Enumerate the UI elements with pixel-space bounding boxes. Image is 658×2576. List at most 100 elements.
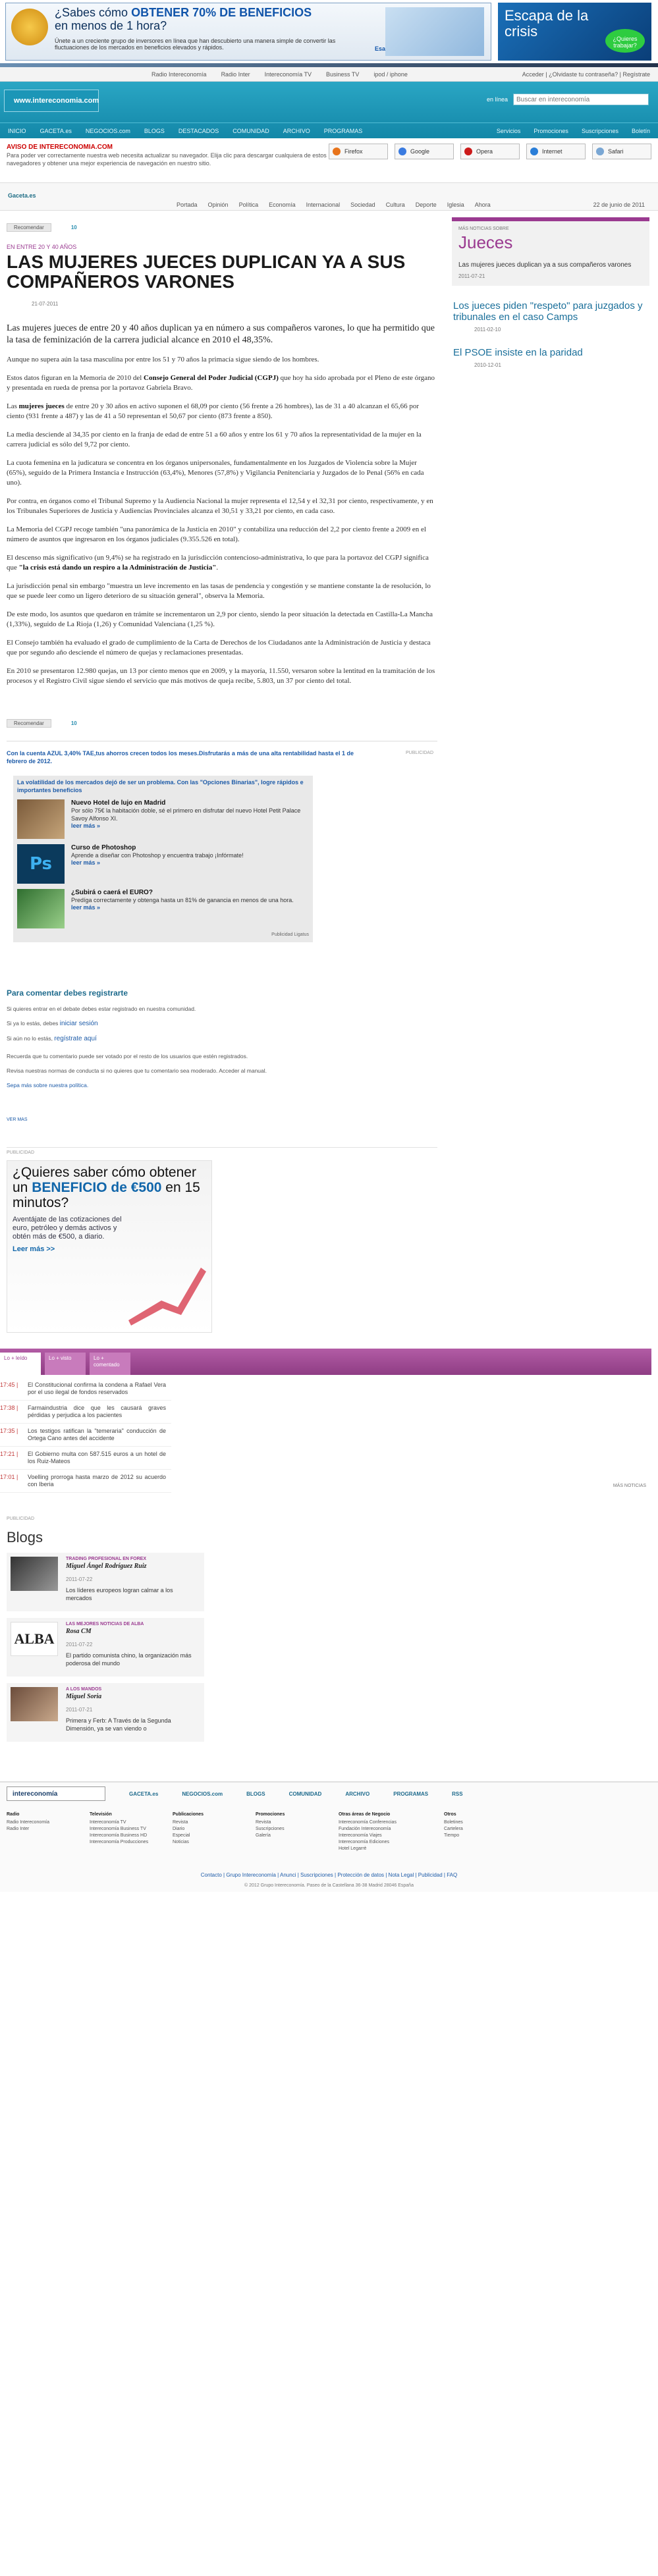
util-link-ipod[interactable]: ipod / iphone: [373, 71, 408, 78]
blog-category[interactable]: LAS MEJORES NOTICIAS DE ALBA: [66, 1622, 200, 1626]
comments-title: Para comentar debes registrarte: [7, 988, 128, 998]
ad-item[interactable]: ¿Subirá o caerá el EURO? Predíga correct…: [17, 889, 309, 928]
tab-most-commented[interactable]: Lo + comentado: [90, 1353, 130, 1375]
site-logo[interactable]: www.intereconomia.com: [4, 90, 99, 112]
list-item[interactable]: 17:21 | El Gobierno multa con 587.515 eur…: [0, 1447, 171, 1470]
browser-list: Firefox Google Opera Internet Safari: [329, 144, 651, 177]
more-news-link[interactable]: MÁS NOTICIAS: [613, 1484, 646, 1488]
ver-mas-link[interactable]: VER MAS: [7, 1117, 437, 1122]
browser-chrome[interactable]: Google: [395, 144, 454, 159]
blog-title[interactable]: Los líderes europeos logran calmar a los…: [66, 1586, 200, 1602]
nav-servicios[interactable]: Servicios: [497, 128, 521, 134]
recommend-button[interactable]: Recomendar: [7, 223, 51, 232]
list-item[interactable]: 17:01 | Voelling prorroga hasta marzo de …: [0, 1470, 171, 1493]
crisis-ad[interactable]: Escapa de la crisis ¿Quieres trabajar?: [498, 3, 651, 61]
register-link[interactable]: regístrate aquí: [54, 1035, 96, 1042]
ad-item-desc: Por sólo 75€ la habitación doble, sé el …: [71, 807, 301, 822]
related-item-date: 2011-02-10: [474, 327, 501, 333]
sec-politica[interactable]: Política: [239, 201, 259, 208]
crisis-ad-button[interactable]: ¿Quieres trabajar?: [605, 29, 645, 53]
top-ad-banner[interactable]: ¿Sabes cómo OBTENER 70% DE BENEFICIOS en …: [5, 3, 491, 61]
browser-opera[interactable]: Opera: [460, 144, 520, 159]
footer-link[interactable]: ARCHIVO: [345, 1791, 370, 1797]
sec-economia[interactable]: Economía: [269, 201, 296, 208]
util-link-radio[interactable]: Radio Intereconomía: [151, 71, 207, 78]
comments-line: Si aún no lo estás, regístrate aquí: [7, 1035, 97, 1042]
sec-ahora[interactable]: Ahora: [475, 201, 491, 208]
related-item[interactable]: El PSOE insiste en la paridad 2010-12-01: [452, 347, 649, 368]
blog-author: Rosa CM: [66, 1628, 92, 1635]
tab-most-read[interactable]: Lo + leído: [0, 1353, 41, 1375]
related-item-title[interactable]: El PSOE insiste en la paridad: [453, 347, 648, 358]
nav-archivo[interactable]: ARCHIVO: [283, 128, 310, 134]
list-item[interactable]: 17:45 | El Constitucional confirma la con…: [0, 1378, 171, 1401]
account-links[interactable]: Acceder | ¿Olvidaste tu contraseña? | Re…: [522, 71, 650, 78]
sec-sociedad[interactable]: Sociedad: [350, 201, 375, 208]
section-name[interactable]: Gaceta.es: [8, 192, 36, 199]
nav-promociones[interactable]: Promociones: [534, 128, 568, 134]
footer-link[interactable]: NEGOCIOS.com: [182, 1791, 223, 1797]
sec-deporte[interactable]: Deporte: [416, 201, 437, 208]
nav-blogs[interactable]: BLOGS: [144, 128, 165, 134]
nav-comunidad[interactable]: COMUNIDAD: [233, 128, 269, 134]
nav-suscripciones[interactable]: Suscripciones: [582, 128, 618, 134]
blog-item[interactable]: ALBA LAS MEJORES NOTICIAS DE ALBA Rosa C…: [7, 1618, 204, 1677]
sec-portada[interactable]: Portada: [177, 201, 198, 208]
login-link[interactable]: iniciar sesión: [60, 1020, 98, 1027]
blog-category[interactable]: TRADING PROFESIONAL EN FOREX: [66, 1557, 200, 1561]
sec-internacional[interactable]: Internacional: [306, 201, 341, 208]
blog-category[interactable]: A LOS MANDOS: [66, 1687, 200, 1692]
blog-title[interactable]: El partido comunista chino, la organizac…: [66, 1651, 200, 1667]
blog-item[interactable]: A LOS MANDOS Miguel Soria 2011-07-21 Pri…: [7, 1683, 204, 1742]
nav-boletin[interactable]: Boletín: [632, 128, 650, 134]
sec-iglesia[interactable]: Iglesia: [447, 201, 464, 208]
browser-safari[interactable]: Safari: [592, 144, 651, 159]
related-item-title[interactable]: Los jueces piden "respeto" para juzgados…: [453, 300, 648, 323]
utility-bar: Radio Intereconomía Radio Inter Intereco…: [0, 67, 658, 82]
blog-item[interactable]: TRADING PROFESIONAL EN FOREX Miguel Ánge…: [7, 1553, 204, 1611]
sec-cultura[interactable]: Cultura: [386, 201, 405, 208]
ad-item-more[interactable]: leer más »: [71, 822, 309, 829]
footer-link[interactable]: RSS: [452, 1791, 462, 1797]
copyright: © 2012 Grupo Intereconomía. Paseo de la …: [244, 1883, 414, 1888]
ad-item-more[interactable]: leer más »: [71, 859, 244, 866]
sec-opinion[interactable]: Opinión: [208, 201, 229, 208]
ad-item[interactable]: Ps Curso de Photoshop Aprende a diseñar …: [17, 844, 309, 884]
footer-link[interactable]: COMUNIDAD: [289, 1791, 322, 1797]
list-item[interactable]: 17:35 | Los testigos ratifican la "temera…: [0, 1424, 171, 1447]
related-text[interactable]: Las mujeres jueces duplican ya a sus com…: [458, 261, 643, 269]
footer-link[interactable]: BLOGS: [246, 1791, 265, 1797]
footer-link[interactable]: PROGRAMAS: [393, 1791, 428, 1797]
ad-top-link[interactable]: Con la cuenta AZUL 3,40% TAE,tus ahorros…: [7, 749, 375, 765]
related-item[interactable]: Los jueces piden "respeto" para juzgados…: [452, 300, 649, 333]
list-item[interactable]: 17:38 | Farmaindustria dice que les causa…: [0, 1401, 171, 1424]
recommend-button-bottom[interactable]: Recomendar: [7, 719, 51, 728]
ad-box-head[interactable]: La volatilidad de los mercados dejó de s…: [17, 778, 309, 794]
browser-firefox[interactable]: Firefox: [329, 144, 388, 159]
nav-destacados[interactable]: DESTACADOS: [178, 128, 219, 134]
footer-link[interactable]: GACETA.es: [129, 1791, 158, 1797]
search-input[interactable]: [513, 94, 649, 105]
article-title: LAS MUJERES JUECES DUPLICAN YA A SUS COM…: [7, 252, 406, 292]
big-ad-sub: Aventájate de las cotizaciones del euro,…: [13, 1216, 122, 1241]
tab-most-viewed[interactable]: Lo + visto: [45, 1353, 86, 1375]
nav-programas[interactable]: PROGRAMAS: [324, 128, 363, 134]
blog-title[interactable]: Primera y Ferb: A Través de la Segunda D…: [66, 1717, 200, 1732]
util-link-tv[interactable]: Intereconomía TV: [265, 71, 312, 78]
big-ad[interactable]: ¿Quieres saber cómo obtener un BENEFICIO…: [7, 1160, 212, 1333]
ad-item[interactable]: Nuevo Hotel de lujo en Madrid Por sólo 7…: [17, 799, 309, 839]
big-ad-more[interactable]: Leer más >>: [13, 1245, 206, 1253]
footer-logo[interactable]: intereconomía: [7, 1786, 105, 1801]
nav-gaceta[interactable]: GACETA.es: [40, 128, 72, 134]
nav-inicio[interactable]: INICIO: [8, 128, 26, 134]
nav-negocios[interactable]: NEGOCIOS.com: [86, 128, 130, 134]
util-link-business[interactable]: Business TV: [326, 71, 359, 78]
ad-item-more[interactable]: leer más »: [71, 904, 294, 911]
browser-ie[interactable]: Internet: [526, 144, 586, 159]
policy-link[interactable]: Sepa más sobre nuestra política.: [7, 1082, 437, 1088]
util-link-radio-inter[interactable]: Radio Inter: [221, 71, 250, 78]
footer-bottom-links[interactable]: Contacto | Grupo Intereconomía | Anunci …: [7, 1872, 651, 1878]
section-nav: Portada Opinión Política Economía Intern…: [177, 201, 491, 208]
footer-columns: Radio Radio Intereconomía Radio Inter Te…: [7, 1811, 651, 1852]
related-title[interactable]: Jueces: [458, 232, 643, 253]
